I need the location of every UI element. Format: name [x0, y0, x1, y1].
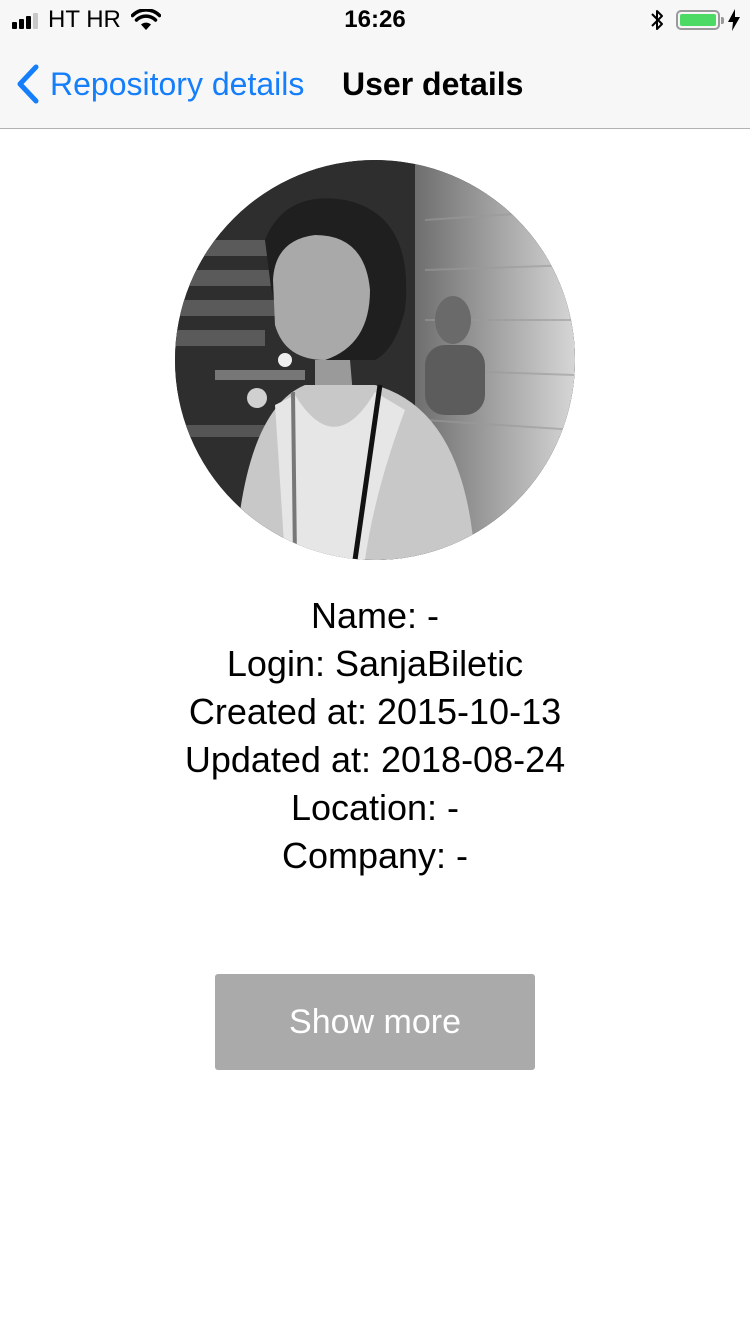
avatar: [175, 160, 575, 560]
show-more-button[interactable]: Show more: [215, 974, 535, 1070]
user-details: Name: - Login: SanjaBiletic Created at: …: [0, 592, 750, 880]
battery-fill: [680, 14, 716, 26]
user-login: Login: SanjaBiletic: [226, 643, 524, 684]
user-created-at: Created at: 2015-10-13: [188, 691, 562, 732]
back-button-label: Repository details: [50, 65, 305, 102]
battery-nub: [721, 17, 724, 24]
battery-icon: [676, 10, 724, 30]
chevron-left-icon: [17, 64, 39, 104]
page-title: User details: [342, 66, 524, 102]
status-bar: HT HR 16:26: [0, 0, 750, 40]
status-bar-right: [650, 7, 740, 33]
avatar-photo: [175, 160, 575, 560]
status-time: 16:26: [344, 6, 406, 33]
user-name: Name: -: [310, 595, 440, 636]
user-company: Company: -: [281, 835, 469, 876]
show-more-label: Show more: [289, 1002, 461, 1041]
back-button[interactable]: Repository details: [16, 62, 304, 106]
user-updated-at: Updated at: 2018-08-24: [184, 739, 566, 780]
bluetooth-icon: [651, 10, 663, 30]
charging-bolt-icon: [728, 9, 740, 31]
user-location: Location: -: [290, 787, 460, 828]
navigation-bar: Repository details User details: [0, 40, 750, 129]
